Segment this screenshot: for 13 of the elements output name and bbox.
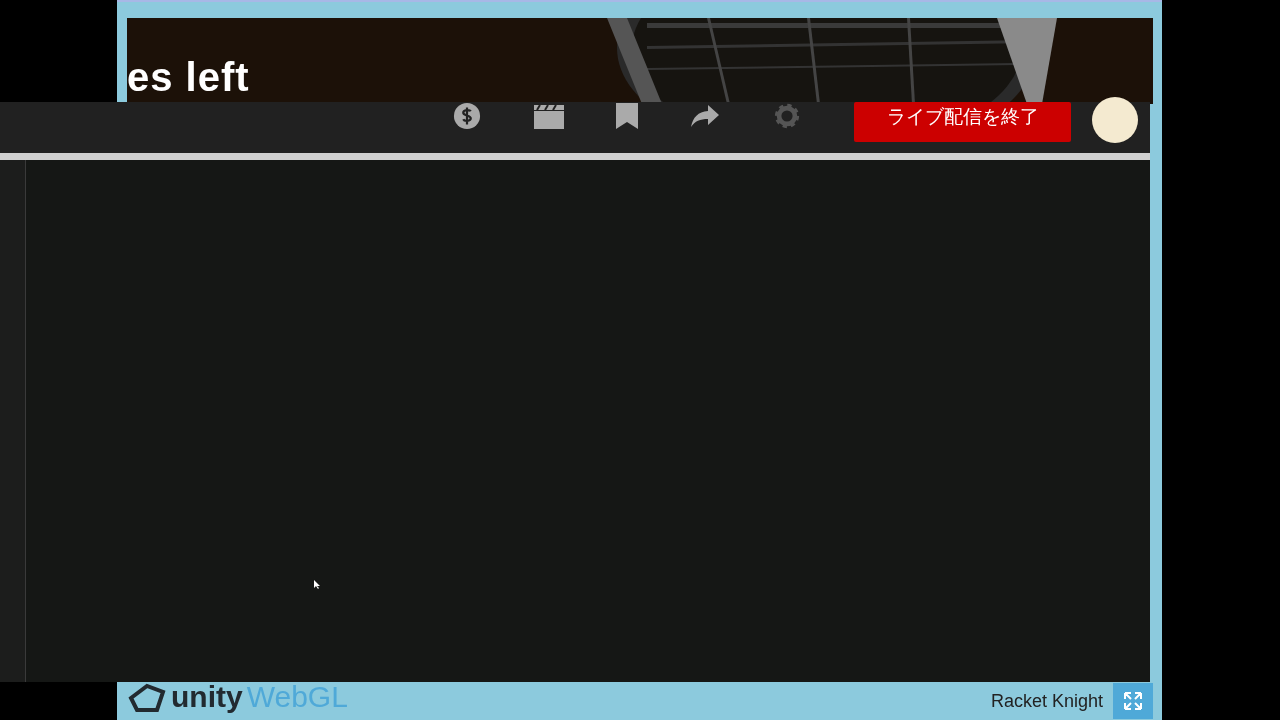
settings-icon[interactable]	[772, 101, 802, 130]
bookmark-icon[interactable]	[616, 101, 638, 130]
logo-product: WebGL	[246, 680, 348, 714]
game-caption: es left	[127, 54, 250, 100]
logo-brand: unity	[171, 680, 243, 714]
fullscreen-button[interactable]	[1113, 683, 1153, 719]
avatar[interactable]	[1092, 96, 1138, 143]
dollar-icon[interactable]	[452, 101, 482, 130]
cube-logo-icon	[127, 682, 167, 712]
end-stream-button[interactable]: ライブ配信を終了	[854, 101, 1071, 142]
game-title: Racket Knight	[990, 690, 1103, 712]
cursor-icon	[314, 580, 320, 589]
expand-icon	[1123, 691, 1143, 711]
